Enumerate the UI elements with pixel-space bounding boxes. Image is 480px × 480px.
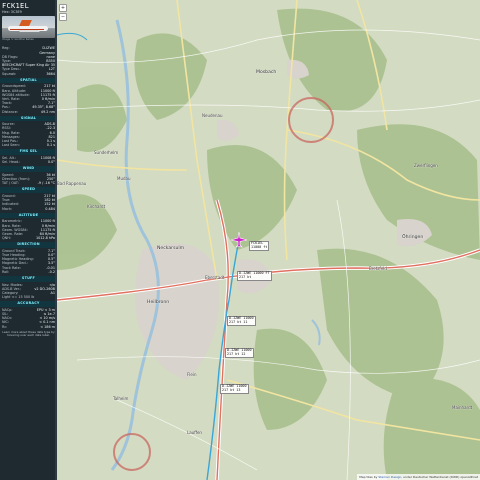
- info-label: Rc:: [2, 324, 8, 329]
- info-label: Mach:: [2, 206, 13, 211]
- aircraft-info-panel[interactable]: FCK1EL Hex: 3C3E9 Image © Günther Rehse …: [0, 0, 57, 480]
- zoom-out-button[interactable]: −: [59, 13, 67, 21]
- aircraft-label[interactable]: D-IZWE 11000 FT 217 kt: [237, 271, 272, 281]
- info-value: 49.2 nm: [40, 109, 55, 114]
- attribution-prefix: Map tiles by: [359, 475, 378, 479]
- map-attribution: Map tiles by Stamen Design, under Deutsc…: [357, 474, 480, 480]
- info-label: TAT / OAT:: [2, 181, 19, 186]
- info-block-accuracy: NACp: EPU < 3 m SIL: ≤ 1e-7 NACv: < 10 m/s NIC…: [0, 307, 57, 329]
- aircraft-label[interactable]: FCK1EL 11000 ft: [249, 241, 270, 251]
- place-label: Flein: [187, 372, 197, 377]
- place-label: Heilbronn: [147, 300, 170, 305]
- info-block-signal: Source: ADS-B RSSI: -22.3 Msg. Rate: 6.0 Messa…: [0, 121, 57, 147]
- info-block-top: Reg: D-IZWE Germany DB Flags: none Type: B350 B…: [0, 45, 57, 75]
- info-block-fms: Sel. Alt.: 11008 ft Sel. Head.: 0.0°: [0, 155, 57, 164]
- info-value: 0.484: [45, 206, 55, 211]
- info-block-spatial: Groundspeed: 217 kt Baro. Altitude: 11000 f…: [0, 83, 57, 113]
- info-row: Last Seen: 0.1 s: [0, 143, 57, 147]
- aircraft-photo[interactable]: [2, 16, 55, 39]
- place-label: Bad Rappenau: [57, 181, 87, 186]
- info-row: Squawk: 3664: [0, 72, 57, 76]
- info-row: Roll: -0.2: [0, 270, 57, 274]
- info-value: 3664: [46, 71, 55, 76]
- info-value: 0.1 s: [46, 143, 55, 148]
- aircraft-label[interactable]: D-IZWE 11000 217 kt 12: [225, 348, 254, 358]
- info-value: < 186 m: [40, 324, 55, 329]
- info-row: Sel. Head.: 0.0°: [0, 160, 57, 164]
- map-view[interactable]: FCK1EL 11000 ft D-IZWE 11000 FT 217 kt D-I…: [57, 0, 480, 480]
- callsign-title: FCK1EL: [2, 2, 30, 10]
- hex-line: Hex: 3C3E9: [2, 10, 22, 14]
- place-label: Bretzfeld: [369, 266, 387, 271]
- info-value: -0.2: [48, 269, 55, 274]
- info-value: 0.0°: [47, 160, 55, 165]
- info-row: TAT / OAT: -9 / -16 °C: [0, 181, 57, 185]
- aircraft-wing-shape: [18, 30, 40, 33]
- attribution-suffix: , under Deutscher Wetterdienst (DWD) ope…: [401, 475, 478, 479]
- info-value: -9 / -16 °C: [37, 181, 55, 186]
- attribution-link[interactable]: Stamen Design: [378, 475, 401, 479]
- zoom-in-button[interactable]: +: [59, 4, 67, 12]
- info-row: Distance: 49.2 nm: [0, 110, 57, 114]
- info-label: Distance:: [2, 109, 18, 114]
- info-block-altitude: Barometric: 11000 ft Baro. Rate: 0 ft/min Ge…: [0, 218, 57, 240]
- place-label: Zwerflingen: [414, 163, 438, 168]
- info-label: Squawk:: [2, 71, 17, 76]
- place-label: Talheim: [113, 396, 129, 401]
- info-label: Last Seen:: [2, 143, 20, 148]
- info-block-direction: Ground Track: 7.1° True Heading: 0.0° Magnet…: [0, 248, 57, 274]
- info-label: Light <= 15 500 lb: [2, 295, 35, 300]
- place-label: Sunderhelm: [94, 150, 119, 155]
- aircraft-marker-icon[interactable]: [230, 231, 248, 249]
- aircraft-label[interactable]: D-IZWE 11000 217 kt 13: [220, 384, 249, 394]
- info-row: Light <= 15 500 lb: [0, 295, 57, 299]
- place-label: Neckarsulm: [157, 246, 185, 251]
- info-value: 1012.8 hPa: [35, 236, 55, 241]
- place-label: Mudau: [117, 176, 131, 181]
- info-block-stuff: Nav. Modes: n/a ADS-B Ver.: v2 DO-260B Categ…: [0, 282, 57, 300]
- place-label: Kirchardt: [87, 204, 106, 209]
- place-label: Lauffen: [187, 430, 202, 435]
- place-label: Mosbach: [256, 70, 277, 75]
- info-row: QNH: 1012.8 hPa: [0, 236, 57, 240]
- place-label: Öhringen: [402, 235, 424, 240]
- info-block-speed: Ground: 217 kt True: 182 kt Indicated: 152 kt…: [0, 193, 57, 211]
- info-row: Mach: 0.484: [0, 207, 57, 211]
- info-label: QNH:: [2, 236, 11, 241]
- help-blurb: Learn more about these data type by hove…: [2, 329, 55, 338]
- airspace-ring-north: [288, 97, 334, 143]
- info-label: Sel. Head.:: [2, 160, 21, 165]
- aircraft-label[interactable]: D-IZWE 11000 217 kt 11: [227, 316, 256, 326]
- info-label: Reg:: [2, 46, 10, 51]
- info-block-wind: Speed: 36 kt Direction (from): 250° TAT / OA…: [0, 172, 57, 186]
- info-label: Roll:: [2, 269, 10, 274]
- place-label: Eberstadt: [205, 275, 225, 280]
- airspace-ring-south: [113, 433, 151, 471]
- place-label: Neudenau: [202, 113, 223, 118]
- place-label: Mainhardt: [452, 405, 473, 410]
